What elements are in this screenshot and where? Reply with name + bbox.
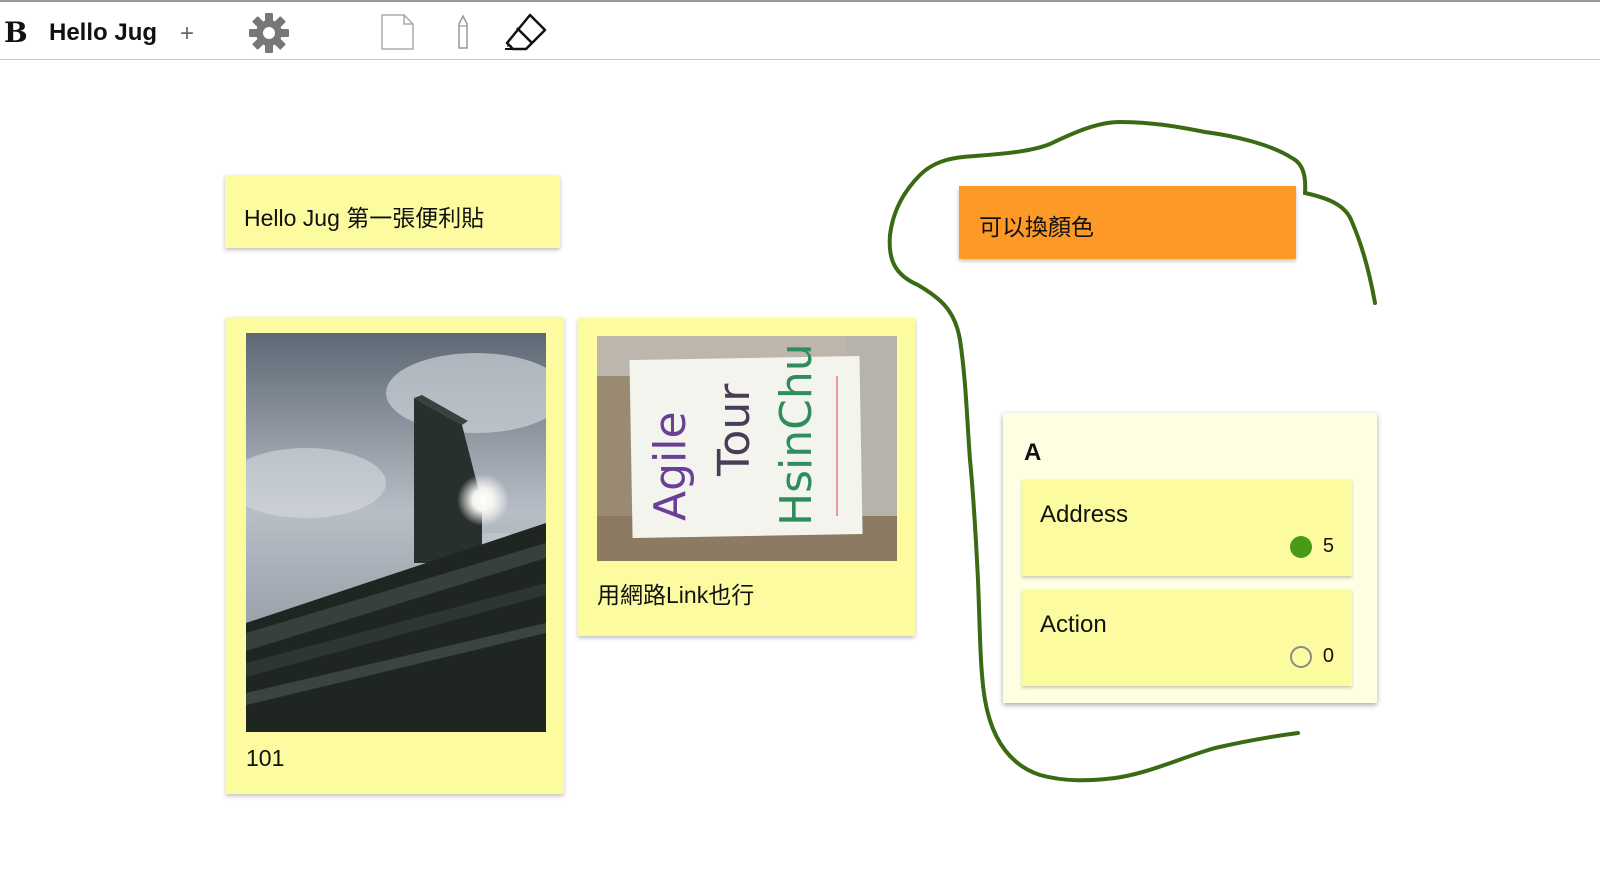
- vote-count: 5: [1322, 535, 1334, 557]
- app-logo[interactable]: B: [4, 16, 28, 49]
- group-title: A: [1024, 439, 1042, 466]
- note-text: Hello Jug 第一張便利貼: [244, 205, 485, 231]
- note-text: 用網路Link也行: [597, 582, 755, 608]
- status-dot-empty[interactable]: [1290, 646, 1312, 668]
- card-label: Action: [1040, 611, 1107, 638]
- card-label: Address: [1040, 501, 1129, 528]
- gear-icon[interactable]: [246, 10, 292, 61]
- note-text: 可以換顏色: [979, 214, 1094, 240]
- photo-note-101[interactable]: 101: [226, 317, 564, 794]
- vote-count: 0: [1322, 645, 1334, 667]
- photo-note-link[interactable]: Agile Tour HsinChu 用網路Link也行: [578, 318, 915, 636]
- add-board-button[interactable]: +: [180, 20, 194, 48]
- status-dot-filled[interactable]: [1290, 536, 1312, 558]
- eraser-icon[interactable]: [504, 12, 548, 57]
- sticky-note-orange[interactable]: 可以換顏色: [959, 186, 1296, 259]
- group-a[interactable]: A Address 5 Action 0: [1003, 413, 1377, 703]
- sticky-note-hello[interactable]: Hello Jug 第一張便利貼: [225, 175, 560, 248]
- board-title[interactable]: Hello Jug: [49, 19, 157, 47]
- card-address[interactable]: Address 5: [1022, 479, 1352, 576]
- agile-tour-photo: Agile Tour HsinChu: [597, 336, 897, 561]
- toolbar: B Hello Jug +: [0, 0, 1600, 60]
- new-note-icon[interactable]: [380, 14, 416, 55]
- taipei-101-photo: [246, 333, 546, 732]
- card-action[interactable]: Action 0: [1022, 589, 1352, 686]
- sign-text-agile: Agile: [645, 411, 696, 521]
- board-canvas[interactable]: Hello Jug 第一張便利貼 可以換顏色 101 Agile Tour Hs…: [0, 60, 1600, 883]
- sign-text-hsinchu: HsinChu: [771, 343, 822, 526]
- sign-text-tour: Tour: [709, 383, 760, 477]
- note-text: 101: [246, 745, 285, 771]
- pen-icon[interactable]: [455, 14, 471, 55]
